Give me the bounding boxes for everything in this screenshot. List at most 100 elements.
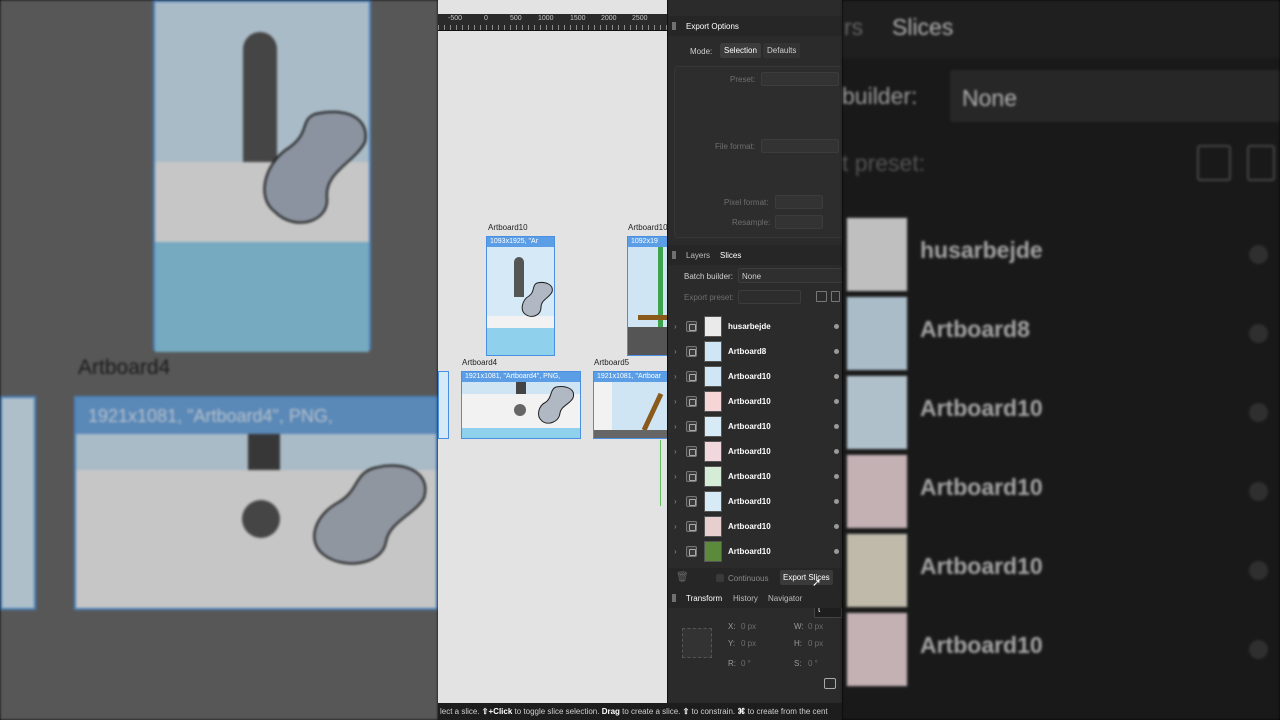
slice-status-dot[interactable]: [834, 449, 839, 454]
bg-slice-row: Artboard10: [842, 531, 1280, 610]
slice-row[interactable]: › Artboard10: [668, 514, 842, 539]
chevron-right-icon[interactable]: ›: [674, 372, 677, 381]
chevron-right-icon[interactable]: ›: [674, 322, 677, 331]
status-key: Drag: [601, 707, 620, 716]
continuous-checkbox[interactable]: [716, 574, 724, 582]
slice-name: Artboard10: [728, 547, 771, 556]
slice-export-checkbox[interactable]: [686, 321, 697, 332]
slice-export-checkbox[interactable]: [686, 421, 697, 432]
r-field[interactable]: 0 °: [741, 659, 751, 668]
anchor-point-selector[interactable]: [682, 628, 712, 658]
slice-row[interactable]: › Artboard10: [668, 364, 842, 389]
slice-row[interactable]: › Artboard10: [668, 464, 842, 489]
pixel-format-dropdown[interactable]: [775, 195, 823, 209]
tab-layers[interactable]: Layers: [686, 251, 710, 260]
slice-row[interactable]: › Artboard10: [668, 439, 842, 464]
bg-slice-thumbnail: [846, 454, 908, 529]
slice-status-dot[interactable]: [834, 474, 839, 479]
slice-thumbnail: [704, 491, 722, 512]
artboard-thumbnail[interactable]: 1921x1081, "Artboard4", PNG,: [461, 371, 581, 439]
artboard-thumbnail[interactable]: 1921x1081, "Artboar: [593, 371, 667, 439]
y-label: Y:: [728, 639, 736, 648]
artboard-title: Artboard10: [488, 223, 528, 232]
horizontal-ruler[interactable]: -500 0 500 1000 1500 2000 2500: [438, 14, 667, 31]
bg-slice-row: Artboard10: [842, 373, 1280, 452]
status-text: to create from the cent: [745, 707, 828, 716]
batch-builder-dropdown[interactable]: None: [738, 268, 842, 283]
bg-slice-status-dot: [1249, 403, 1268, 422]
slice-status-dot[interactable]: [834, 399, 839, 404]
slice-row[interactable]: › Artboard10: [668, 539, 842, 564]
slice-export-checkbox[interactable]: [686, 446, 697, 457]
status-text: to constrain.: [689, 707, 738, 716]
tab-history[interactable]: History: [733, 594, 758, 603]
slice-status-dot[interactable]: [834, 424, 839, 429]
chevron-right-icon[interactable]: ›: [674, 347, 677, 356]
artboard-thumbnail[interactable]: 1093x1925, "Ar: [486, 236, 555, 356]
tab-transform[interactable]: Transform: [686, 594, 722, 603]
tab-export-options[interactable]: Export Options: [686, 22, 739, 31]
preset-dropdown[interactable]: [761, 72, 839, 86]
artboard-thumbnail-partial[interactable]: [438, 371, 449, 439]
file-format-dropdown[interactable]: [761, 139, 839, 153]
slice-name: Artboard10: [728, 422, 771, 431]
resample-dropdown[interactable]: [775, 215, 823, 229]
slice-export-checkbox[interactable]: [686, 346, 697, 357]
chevron-right-icon[interactable]: ›: [674, 547, 677, 556]
slice-row[interactable]: › Artboard10: [668, 414, 842, 439]
bg-slice-status-dot: [1249, 324, 1268, 343]
slice-export-checkbox[interactable]: [686, 496, 697, 507]
x-field[interactable]: 0 px: [741, 622, 756, 631]
artboard-title: Artboard5: [594, 358, 630, 367]
transform-options-icon[interactable]: [824, 678, 836, 689]
slice-row[interactable]: › Artboard8: [668, 339, 842, 364]
slice-status-dot[interactable]: [834, 499, 839, 504]
h-field[interactable]: 0 px: [808, 639, 823, 648]
mode-selection-button[interactable]: Selection: [720, 43, 761, 58]
artboard-title: Artboard10: [628, 223, 667, 232]
slice-export-checkbox[interactable]: [686, 396, 697, 407]
y-field[interactable]: 0 px: [741, 639, 756, 648]
slice-status-dot[interactable]: [834, 349, 839, 354]
mode-defaults-button[interactable]: Defaults: [763, 43, 801, 58]
chevron-right-icon[interactable]: ›: [674, 522, 677, 531]
slice-export-checkbox[interactable]: [686, 546, 697, 557]
slice-status-dot[interactable]: [834, 524, 839, 529]
slice-export-checkbox[interactable]: [686, 471, 697, 482]
slice-row[interactable]: › Artboard10: [668, 389, 842, 414]
manage-presets-icon[interactable]: [831, 291, 840, 302]
tab-slices[interactable]: Slices: [720, 251, 741, 260]
slice-export-checkbox[interactable]: [686, 371, 697, 382]
slice-status-dot[interactable]: [834, 549, 839, 554]
artboard-thumbnail[interactable]: 1092x19: [627, 236, 667, 356]
s-field[interactable]: 0 °: [808, 659, 818, 668]
trash-icon[interactable]: 🗑: [676, 572, 689, 583]
slice-status-dot[interactable]: [834, 324, 839, 329]
create-preset-icon[interactable]: [816, 291, 827, 302]
slice-row[interactable]: › Artboard10: [668, 489, 842, 514]
chevron-right-icon[interactable]: ›: [674, 472, 677, 481]
ruler-label: 1000: [538, 15, 554, 22]
slice-thumbnail: [704, 366, 722, 387]
chevron-right-icon[interactable]: ›: [674, 422, 677, 431]
tab-navigator[interactable]: Navigator: [768, 594, 802, 603]
bg-preset-label: t preset:: [842, 150, 926, 176]
slice-row[interactable]: › husarbejde: [668, 314, 842, 339]
w-label: W:: [794, 622, 804, 631]
zoomed-canvas-left: Artboard4 1921x1081, "Artboard4", PNG,: [0, 0, 438, 720]
pixel-format-label: Pixel format:: [724, 198, 769, 207]
chevron-right-icon[interactable]: ›: [674, 397, 677, 406]
export-preset-dropdown[interactable]: [738, 290, 801, 304]
chevron-right-icon[interactable]: ›: [674, 497, 677, 506]
export-slices-button[interactable]: Export Slices: [780, 570, 833, 585]
slice-name: Artboard10: [728, 472, 771, 481]
slice-thumbnail: [704, 541, 722, 562]
transform-tabbar: Transform History Navigator: [668, 588, 842, 608]
resample-label: Resample:: [732, 218, 771, 227]
canvas[interactable]: -500 0 500 1000 1500 2000 2500 Artboard1…: [438, 0, 667, 703]
bg-slice-name: Artboard8: [920, 316, 1030, 342]
chevron-right-icon[interactable]: ›: [674, 447, 677, 456]
slice-status-dot[interactable]: [834, 374, 839, 379]
w-field[interactable]: 0 px: [808, 622, 823, 631]
slice-export-checkbox[interactable]: [686, 521, 697, 532]
